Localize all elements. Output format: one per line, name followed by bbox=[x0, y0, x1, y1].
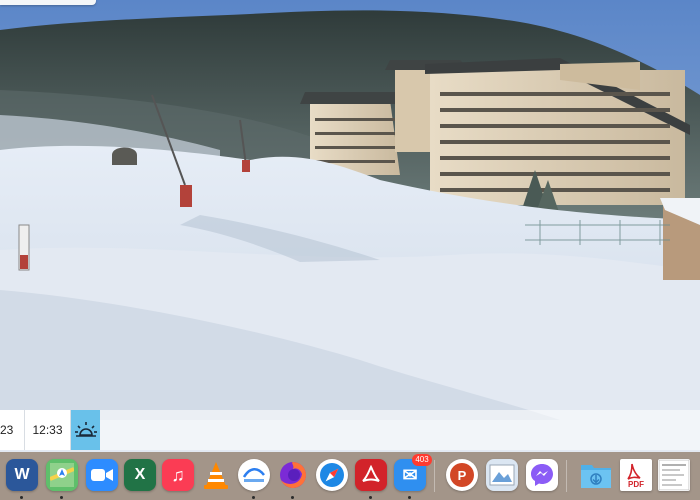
macos-dock: W X ♫ ✉ 403 P PDF bbox=[0, 452, 700, 500]
running-indicator bbox=[252, 496, 255, 499]
safari-icon bbox=[320, 463, 344, 487]
vlc-icon bbox=[204, 462, 228, 489]
messenger-icon bbox=[531, 464, 553, 486]
dock-zoom[interactable] bbox=[86, 459, 118, 491]
pdf-file-label: PDF bbox=[628, 480, 644, 489]
time-slot-previous[interactable]: 23 bbox=[0, 410, 25, 450]
running-indicator bbox=[60, 496, 63, 499]
sunrise-button[interactable] bbox=[71, 410, 100, 450]
downloads-folder-icon bbox=[581, 465, 611, 488]
zoom-icon bbox=[91, 469, 113, 481]
sunrise-icon bbox=[74, 422, 97, 437]
snowy-resort-scene bbox=[0, 0, 700, 452]
dock-music[interactable]: ♫ bbox=[162, 459, 194, 491]
time-slot-current[interactable]: 12:33 bbox=[25, 410, 71, 450]
dock-maps[interactable] bbox=[46, 459, 78, 491]
running-indicator bbox=[20, 496, 23, 499]
dock-firefox[interactable] bbox=[277, 459, 309, 491]
dock-pdf-file[interactable]: PDF bbox=[620, 459, 652, 491]
document-thumbnail-icon bbox=[659, 460, 689, 490]
webcam-image bbox=[0, 0, 700, 452]
running-indicator bbox=[369, 496, 372, 499]
dock-acrobat[interactable] bbox=[355, 459, 387, 491]
firefox-icon bbox=[280, 462, 306, 488]
migration-icon bbox=[242, 468, 265, 482]
dock-downloads[interactable] bbox=[580, 459, 612, 491]
word-icon: W bbox=[14, 466, 30, 483]
time-slot-previous-label: 23 bbox=[0, 423, 14, 437]
dock-migration-assistant[interactable] bbox=[238, 459, 270, 491]
dock-powerpoint[interactable]: P bbox=[446, 459, 478, 491]
dock-safari[interactable] bbox=[316, 459, 348, 491]
running-indicator bbox=[408, 496, 411, 499]
preview-icon bbox=[489, 464, 515, 486]
dock-separator bbox=[434, 460, 435, 492]
dock-vlc[interactable] bbox=[200, 459, 232, 491]
dock-mail[interactable]: ✉ 403 bbox=[394, 454, 432, 491]
music-icon: ♫ bbox=[171, 464, 185, 485]
dock-messenger[interactable] bbox=[526, 459, 558, 491]
maps-icon bbox=[50, 463, 74, 487]
mail-icon: ✉ bbox=[402, 464, 418, 485]
svg-text:P: P bbox=[458, 468, 467, 483]
dock-preview[interactable] bbox=[486, 459, 518, 491]
excel-icon: X bbox=[134, 466, 146, 483]
window-edge bbox=[0, 0, 96, 5]
mail-unread-badge: 403 bbox=[412, 454, 432, 466]
powerpoint-icon: P bbox=[450, 463, 474, 487]
timeline-bar: 23 12:33 bbox=[0, 410, 700, 450]
dock-excel[interactable]: X bbox=[124, 459, 156, 491]
running-indicator bbox=[291, 496, 294, 499]
acrobat-icon bbox=[362, 465, 380, 482]
dock-document[interactable] bbox=[658, 459, 690, 491]
dock-separator bbox=[566, 460, 567, 492]
time-slot-current-label: 12:33 bbox=[32, 423, 63, 437]
dock-word[interactable]: W bbox=[6, 459, 38, 491]
